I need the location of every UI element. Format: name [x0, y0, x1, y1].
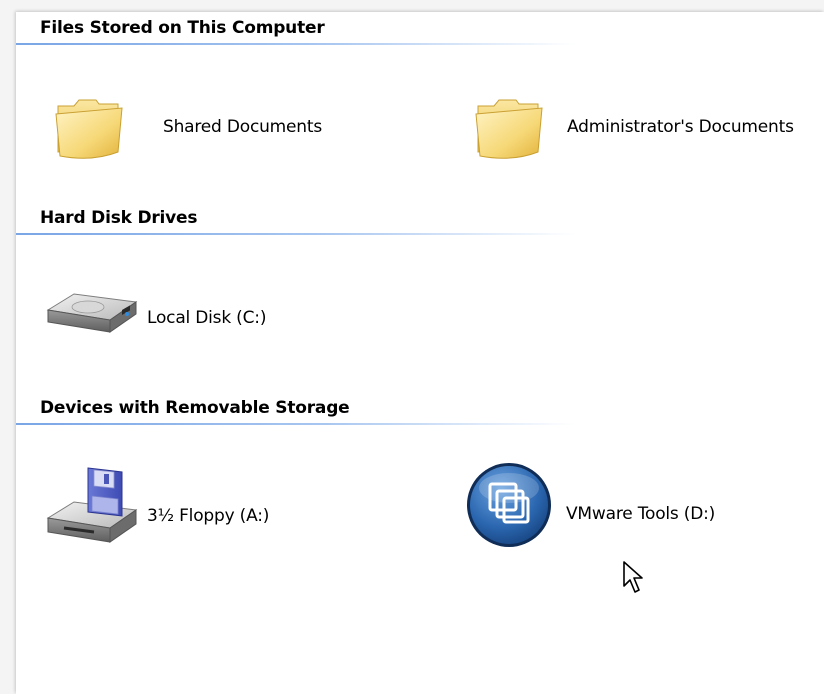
item-floppy-a[interactable]: 3½ Floppy (A:) — [44, 462, 344, 558]
folder-icon — [52, 90, 126, 168]
item-label: Local Disk (C:) — [147, 308, 267, 328]
group-header-removable-storage[interactable]: Devices with Removable Storage — [40, 398, 350, 418]
window-background: Files Stored on This Computer Shared Doc… — [0, 0, 824, 694]
item-label: 3½ Floppy (A:) — [147, 506, 270, 526]
item-local-disk-c[interactable]: Local Disk (C:) — [44, 280, 344, 360]
item-label: Shared Documents — [163, 117, 322, 137]
group-header-files-stored[interactable]: Files Stored on This Computer — [40, 18, 325, 38]
hard-drive-icon — [44, 280, 140, 354]
group-header-hard-disk-drives[interactable]: Hard Disk Drives — [40, 208, 198, 228]
item-label: Administrator's Documents — [567, 117, 794, 137]
group-divider — [16, 43, 576, 45]
folder-icon — [472, 90, 546, 168]
vmware-cd-icon — [464, 460, 554, 554]
group-divider — [16, 423, 576, 425]
explorer-content-pane: Files Stored on This Computer Shared Doc… — [16, 12, 824, 694]
group-divider — [16, 233, 576, 235]
item-shared-documents[interactable]: Shared Documents — [52, 90, 382, 170]
item-label: VMware Tools (D:) — [566, 504, 716, 524]
item-vmware-tools-d[interactable]: VMware Tools (D:) — [464, 460, 794, 556]
mouse-pointer-icon — [622, 560, 646, 600]
item-administrators-documents[interactable]: Administrator's Documents — [472, 90, 824, 170]
floppy-drive-icon — [44, 462, 140, 562]
